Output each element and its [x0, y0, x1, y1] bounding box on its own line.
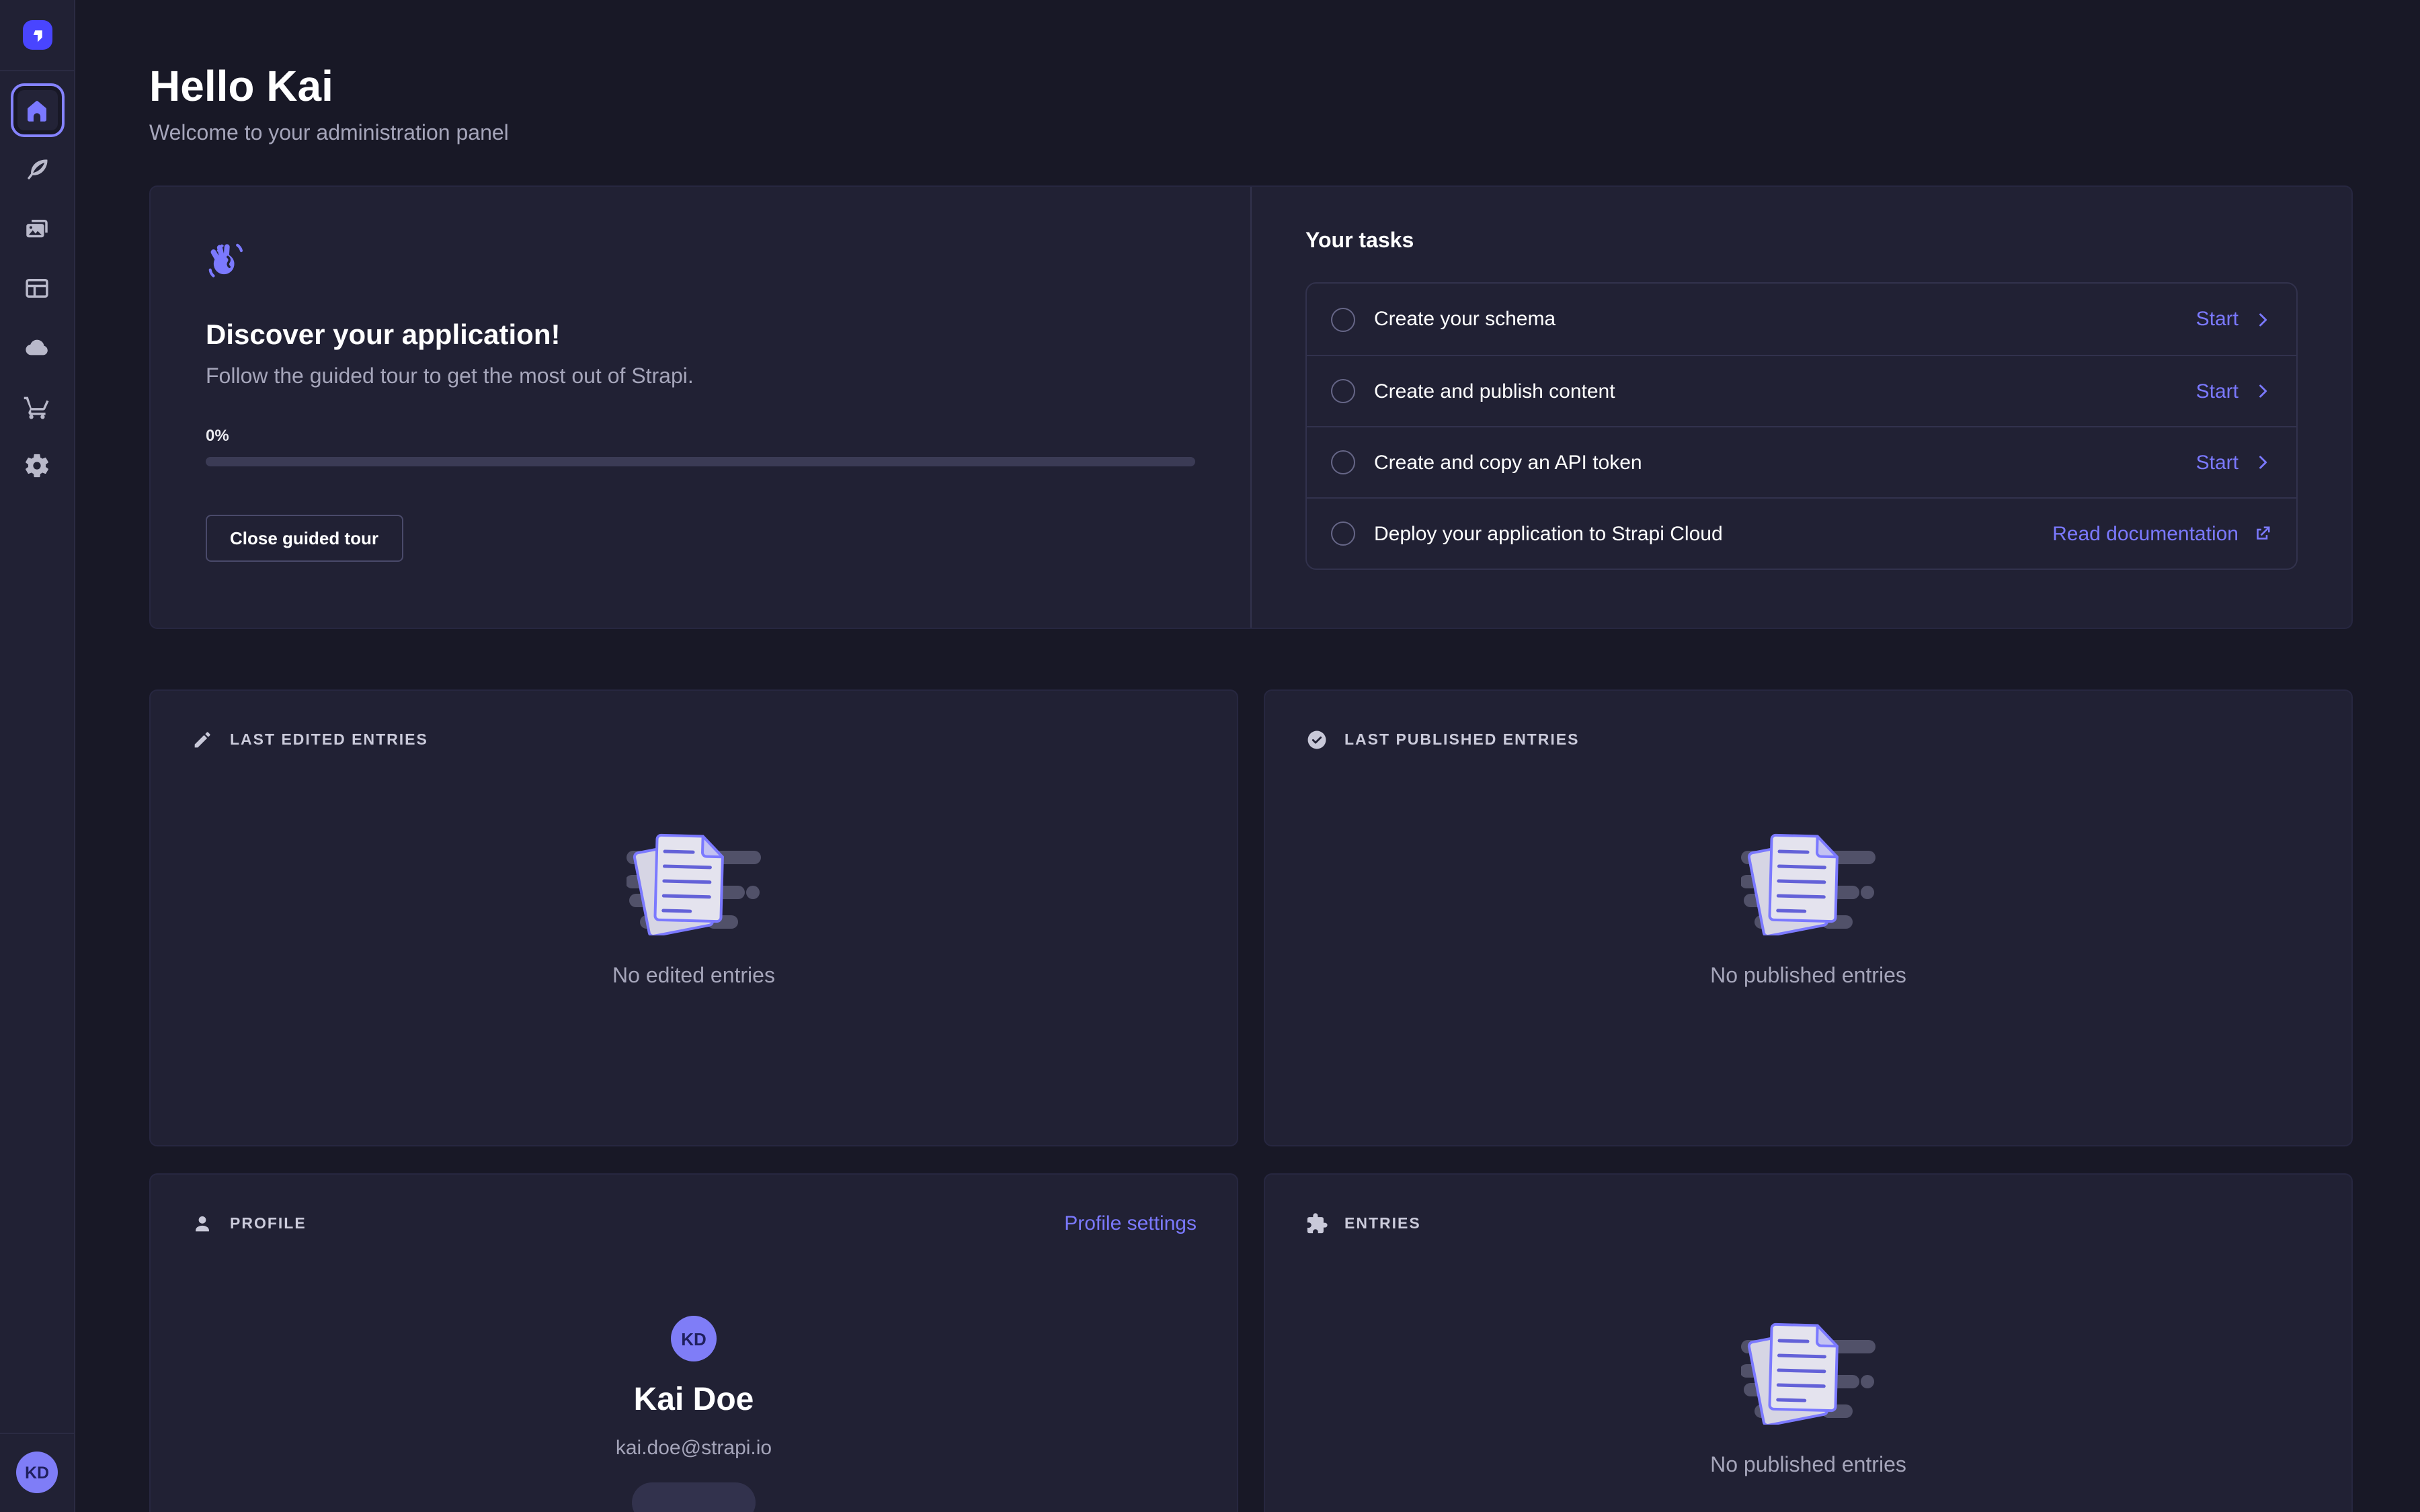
media-library-icon — [23, 214, 51, 243]
task-status-circle — [1331, 379, 1355, 403]
sidebar-item-cloud[interactable] — [10, 320, 64, 374]
page-subtitle: Welcome to your administration panel — [149, 122, 2353, 146]
chevron-right-icon — [2253, 310, 2272, 329]
tasks-title: Your tasks — [1305, 230, 2298, 254]
sidebar-divider-top — [0, 70, 75, 71]
widget-title: LAST PUBLISHED ENTRIES — [1344, 732, 1579, 748]
your-tasks-section: Your tasks Create your schema Start — [1252, 187, 2351, 628]
task-label: Create and copy an API token — [1374, 451, 2177, 474]
waving-hand-icon — [206, 241, 1195, 288]
sidebar-item-media-library[interactable] — [10, 202, 64, 255]
widget-header: LAST PUBLISHED ENTRIES — [1305, 728, 2311, 751]
sidebar: KD — [0, 0, 75, 1512]
external-link-icon — [2253, 524, 2272, 543]
layout-icon — [23, 274, 51, 302]
widgets-row-1: LAST EDITED ENTRIES No edited entries LA… — [149, 689, 2353, 1146]
sidebar-item-home[interactable] — [10, 83, 64, 137]
progress-bar — [206, 457, 1195, 466]
empty-state-caption: No published entries — [1710, 1454, 1906, 1478]
task-status-circle — [1331, 521, 1355, 546]
task-row: Create and publish content Start — [1307, 355, 2296, 426]
sidebar-nav — [10, 83, 64, 492]
profile-name: Kai Doe — [634, 1382, 754, 1419]
task-start-link[interactable]: Start — [2196, 380, 2272, 403]
task-read-documentation-link[interactable]: Read documentation — [2052, 522, 2272, 545]
strapi-logo-icon — [25, 23, 49, 47]
guided-tour-card: Discover your application! Follow the gu… — [149, 185, 2353, 629]
task-row: Create your schema Start — [1307, 284, 2296, 355]
main-content: Hello Kai Welcome to your administration… — [75, 0, 2420, 1512]
widget-header: ENTRIES — [1305, 1212, 2311, 1235]
guided-tour-title: Discover your application! — [206, 320, 1195, 352]
widgets-row-2: PROFILE Profile settings KD Kai Doe kai.… — [149, 1173, 2353, 1512]
user-avatar[interactable]: KD — [16, 1452, 58, 1493]
chevron-right-icon — [2253, 453, 2272, 472]
close-guided-tour-button[interactable]: Close guided tour — [206, 515, 403, 562]
profile-settings-link[interactable]: Profile settings — [1064, 1212, 1197, 1235]
home-icon — [23, 96, 51, 124]
profile-body: KD Kai Doe kai.doe@strapi.io — [191, 1235, 1197, 1512]
empty-documents-illustration — [1741, 821, 1876, 935]
strapi-logo[interactable] — [22, 20, 52, 50]
widget-title: ENTRIES — [1344, 1216, 1421, 1232]
sidebar-divider-bottom — [0, 1433, 75, 1434]
page-header: Hello Kai Welcome to your administration… — [149, 59, 2353, 146]
user-icon — [191, 1212, 214, 1235]
task-label: Create and publish content — [1374, 380, 2177, 403]
task-row: Create and copy an API token Start — [1307, 426, 2296, 497]
sidebar-footer: KD — [0, 1433, 74, 1512]
pencil-icon — [191, 728, 214, 751]
widget-header: LAST EDITED ENTRIES — [191, 728, 1197, 751]
profile-widget: PROFILE Profile settings KD Kai Doe kai.… — [149, 1173, 1238, 1512]
widget-title: LAST EDITED ENTRIES — [230, 732, 428, 748]
gear-icon — [23, 451, 51, 479]
profile-email: kai.doe@strapi.io — [616, 1437, 772, 1460]
guided-tour-section: Discover your application! Follow the gu… — [151, 187, 1250, 628]
empty-state: No published entries — [1305, 751, 2311, 989]
empty-state-caption: No edited entries — [612, 965, 775, 989]
task-row: Deploy your application to Strapi Cloud … — [1307, 497, 2296, 569]
cart-icon — [23, 392, 51, 420]
page-title: Hello Kai — [149, 59, 2353, 113]
progress-label: 0% — [206, 426, 1195, 445]
task-label: Deploy your application to Strapi Cloud — [1374, 522, 2033, 545]
widget-header: PROFILE Profile settings — [191, 1212, 1197, 1235]
last-edited-entries-widget: LAST EDITED ENTRIES No edited entries — [149, 689, 1238, 1146]
sidebar-item-settings[interactable] — [10, 438, 64, 492]
chevron-right-icon — [2253, 382, 2272, 401]
role-badge — [632, 1482, 756, 1512]
entries-widget: ENTRIES No published entries — [1264, 1173, 2353, 1512]
cloud-icon — [23, 333, 51, 361]
sidebar-item-content-manager[interactable] — [10, 142, 64, 196]
sidebar-item-marketplace[interactable] — [10, 379, 64, 433]
last-published-entries-widget: LAST PUBLISHED ENTRIES No published entr… — [1264, 689, 2353, 1146]
empty-state: No edited entries — [191, 751, 1197, 989]
strapi-admin-dashboard: KD Hello Kai Welcome to your administrat… — [0, 0, 2420, 1512]
empty-documents-illustration — [1741, 1310, 1876, 1425]
puzzle-icon — [1305, 1212, 1328, 1235]
task-start-link[interactable]: Start — [2196, 451, 2272, 474]
empty-documents-illustration — [627, 821, 761, 935]
task-start-link[interactable]: Start — [2196, 308, 2272, 331]
widget-title: PROFILE — [230, 1216, 307, 1232]
feather-icon — [23, 155, 51, 183]
empty-state: No published entries — [1305, 1235, 2311, 1478]
task-status-circle — [1331, 450, 1355, 474]
empty-state-caption: No published entries — [1710, 965, 1906, 989]
task-list: Create your schema Start Create and publ… — [1305, 282, 2298, 570]
sidebar-item-content-type-builder[interactable] — [10, 261, 64, 314]
task-status-circle — [1331, 307, 1355, 331]
check-circle-icon — [1305, 728, 1328, 751]
profile-avatar: KD — [671, 1316, 717, 1361]
guided-tour-subtitle: Follow the guided tour to get the most o… — [206, 366, 1195, 390]
task-label: Create your schema — [1374, 308, 2177, 331]
